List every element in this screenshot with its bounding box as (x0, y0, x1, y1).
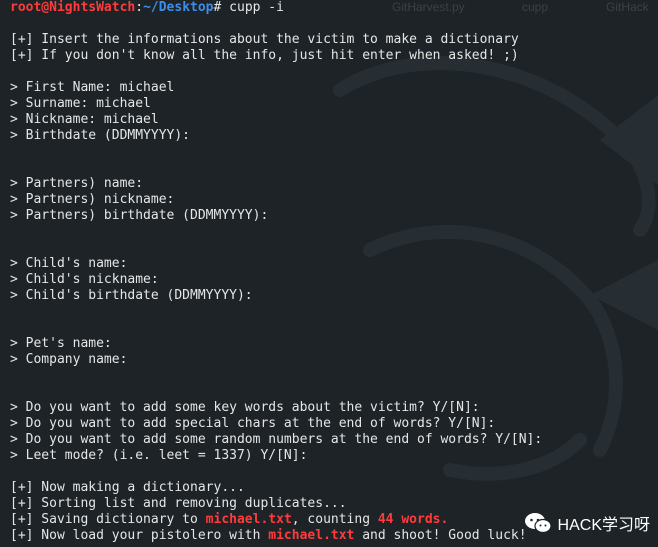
prompt-command: cupp -i (221, 0, 284, 15)
watermark-text: HACK学习呀 (557, 517, 650, 534)
status-line: [+] Now making a dictionary... (10, 480, 245, 495)
pet-line: > Pet's name: (10, 336, 112, 351)
watermark: HACK学习呀 (524, 511, 650, 535)
status-line: [+] Sorting list and removing duplicates… (10, 496, 347, 511)
saving-filename: michael.txt (205, 512, 292, 527)
partner-line: > Partners) birthdate (DDMMYYYY): (10, 208, 269, 223)
intro-line: [+] Insert the informations about the vi… (10, 32, 519, 47)
option-line: > Do you want to add some random numbers… (10, 432, 543, 447)
load-prefix: [+] Now load your pistolero with (10, 528, 269, 543)
partner-line: > Partners) name: (10, 176, 144, 191)
kali-dragon-logo (333, 56, 658, 481)
load-filename: michael.txt (268, 528, 355, 543)
intro-line: [+] If you don't know all the info, just… (10, 48, 519, 63)
option-line: > Leet mode? (i.e. leet = 1337) Y/[N]: (10, 448, 308, 463)
company-line: > Company name: (10, 352, 128, 367)
child-line: > Child's nickname: (10, 272, 159, 287)
child-line: > Child's birthdate (DDMMYYYY): (10, 288, 253, 303)
child-line: > Child's name: (10, 256, 128, 271)
load-line: [+] Now load your pistolero with michael… (10, 528, 527, 544)
saving-prefix: [+] Saving dictionary to (10, 512, 206, 527)
wechat-icon (524, 513, 552, 534)
prompt-separator: : (135, 0, 144, 15)
option-line: > Do you want to add some key words abou… (10, 400, 480, 415)
victim-line: > Birthdate (DDMMYYYY): (10, 128, 191, 143)
saving-mid: , counting (291, 512, 378, 527)
victim-line: > Surname: michael (10, 96, 151, 111)
load-suffix: and shoot! Good luck! (354, 528, 527, 543)
terminal-window[interactable]: GitHarvest.py cupp GitHack root@NightsWa… (0, 0, 658, 547)
option-line: > Do you want to add special chars at th… (10, 416, 496, 431)
saving-line: [+] Saving dictionary to michael.txt, co… (10, 512, 448, 528)
word-count: 44 words. (377, 512, 449, 527)
victim-line: > First Name: michael (10, 80, 175, 95)
partner-line: > Partners) nickname: (10, 192, 175, 207)
prompt-path: ~/Desktop (143, 0, 214, 15)
victim-line: > Nickname: michael (10, 112, 159, 127)
prompt-user-host: root@NightsWatch (10, 0, 136, 15)
prompt-line: root@NightsWatch:~/Desktop# cupp -i (10, 0, 284, 16)
